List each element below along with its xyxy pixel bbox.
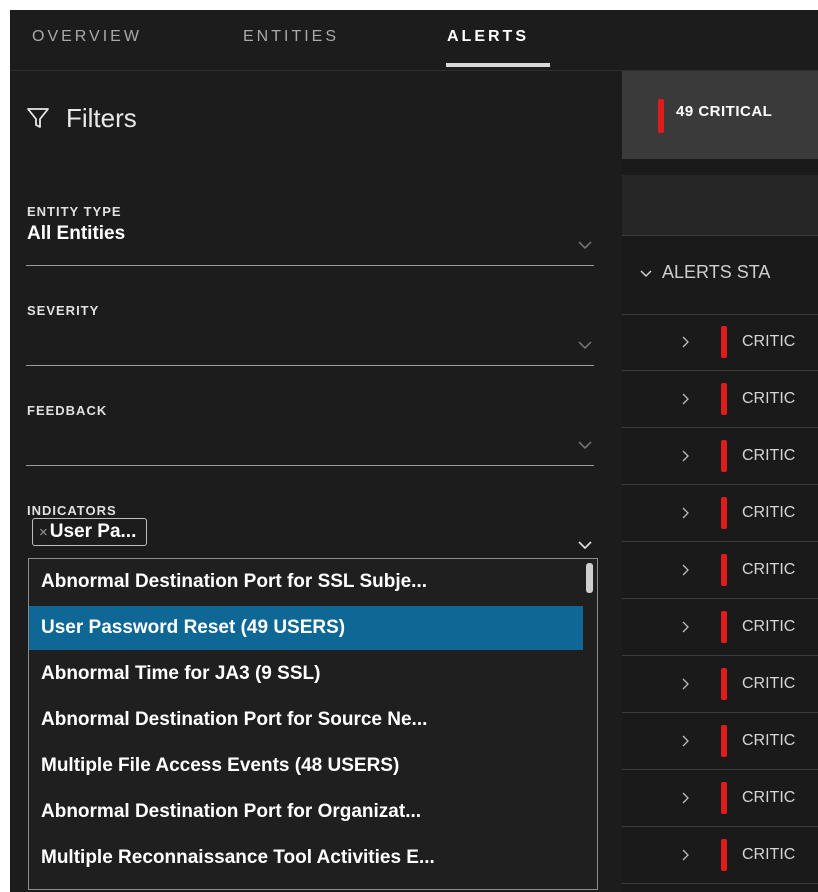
chevron-down-icon[interactable] (578, 341, 592, 349)
indicator-option[interactable]: Abnormal Destination Port for Source Ne.… (29, 698, 583, 742)
alert-row[interactable]: CRITIC (622, 599, 818, 656)
severity-bar (721, 611, 727, 643)
alerts-section-title: ALERTS STA (662, 262, 771, 282)
indicator-selected-tag[interactable]: × User Pa... (32, 518, 148, 546)
alert-severity: CRITIC (742, 675, 796, 692)
feedback-underline (26, 465, 594, 466)
chevron-right-icon[interactable] (682, 735, 689, 747)
chevron-down-icon[interactable] (578, 541, 592, 549)
severity-bar (721, 782, 727, 814)
alert-row[interactable]: CRITIC (622, 827, 818, 884)
indicator-option[interactable]: Abnormal Time for JA3 (9 SSL) (29, 652, 583, 696)
alert-severity: CRITIC (742, 846, 796, 863)
alert-row[interactable]: CRITIC (622, 428, 818, 485)
chevron-right-icon[interactable] (682, 849, 689, 861)
alert-severity: CRITIC (742, 333, 796, 350)
chevron-right-icon[interactable] (682, 336, 689, 348)
alert-severity: CRITIC (742, 789, 796, 806)
severity-bar (721, 497, 727, 529)
entity-type-underline (26, 265, 594, 266)
tab-bar: OVERVIEW ENTITIES ALERTS (10, 10, 818, 71)
indicators-label: INDICATORS (27, 503, 117, 518)
chevron-down-icon[interactable] (578, 241, 592, 249)
feedback-label: FEEDBACK (27, 403, 108, 418)
indicator-tag-label: User Pa... (49, 521, 137, 542)
alert-row[interactable]: CRITIC (622, 542, 818, 599)
dropdown-scrollbar[interactable] (586, 563, 593, 593)
panel-toolbar (622, 175, 818, 235)
alert-row[interactable]: CRITIC (622, 713, 818, 770)
filters-title: Filters (66, 103, 137, 133)
alerts-panel: 49 CRITICAL ALERTS STA CRITIC CRITIC CRI… (622, 71, 818, 892)
alert-severity: CRITIC (742, 504, 796, 521)
severity-bar (721, 440, 727, 472)
entity-type-label: ENTITY TYPE (27, 204, 122, 219)
severity-bar (721, 839, 727, 871)
tab-entities[interactable]: ENTITIES (243, 28, 339, 58)
tab-alerts[interactable]: ALERTS (447, 28, 529, 58)
chevron-right-icon[interactable] (682, 792, 689, 804)
severity-bar (721, 668, 727, 700)
chevron-down-icon (640, 270, 652, 278)
severity-label: SEVERITY (27, 303, 100, 318)
alert-row[interactable]: CRITIC (622, 770, 818, 827)
alert-row[interactable]: CRITIC (622, 485, 818, 542)
filters-panel: Filters ENTITY TYPE All Entities SEVERIT… (10, 71, 622, 892)
chevron-down-icon[interactable] (578, 441, 592, 449)
alert-row[interactable]: CRITIC (622, 371, 818, 428)
alert-severity: CRITIC (742, 561, 796, 578)
severity-bar (721, 554, 727, 586)
filter-funnel-icon (27, 108, 49, 128)
active-tab-indicator (446, 63, 550, 67)
alert-severity: CRITIC (742, 618, 796, 635)
top-strip (0, 0, 818, 10)
alerts-section-header[interactable]: ALERTS STA (622, 235, 818, 315)
severity-underline (26, 365, 594, 366)
remove-tag-icon[interactable]: × (39, 524, 48, 541)
indicator-option-selected[interactable]: User Password Reset (49 USERS) (29, 606, 583, 650)
indicator-option[interactable]: Multiple File Access Events (48 USERS) (29, 744, 583, 788)
tab-overview[interactable]: OVERVIEW (32, 28, 142, 58)
indicator-option[interactable]: Abnormal Destination Port for SSL Subje.… (29, 560, 583, 604)
critical-indicator-bar (658, 99, 664, 133)
indicators-dropdown-list[interactable]: Abnormal Destination Port for SSL Subje.… (28, 558, 598, 890)
entity-type-value[interactable]: All Entities (27, 223, 125, 245)
alert-severity: CRITIC (742, 447, 796, 464)
chevron-right-icon[interactable] (682, 621, 689, 633)
alert-row[interactable]: CRITIC (622, 656, 818, 713)
indicator-option[interactable]: Multiple Reconnaissance Tool Activities … (29, 836, 583, 880)
severity-bar (721, 383, 727, 415)
indicator-option[interactable]: Abnormal Destination Port for Organizat.… (29, 790, 583, 834)
app-window: OVERVIEW ENTITIES ALERTS Filters ENTITY … (10, 10, 818, 892)
chevron-right-icon[interactable] (682, 450, 689, 462)
chevron-right-icon[interactable] (682, 393, 689, 405)
alert-severity: CRITIC (742, 732, 796, 749)
alert-row[interactable]: CRITIC (622, 314, 818, 371)
chevron-right-icon[interactable] (682, 507, 689, 519)
critical-summary-text: 49 CRITICAL (676, 103, 773, 120)
chevron-right-icon[interactable] (682, 678, 689, 690)
severity-bar (721, 326, 727, 358)
chevron-right-icon[interactable] (682, 564, 689, 576)
severity-bar (721, 725, 727, 757)
alert-severity: CRITIC (742, 390, 796, 407)
critical-summary[interactable]: 49 CRITICAL (622, 71, 818, 159)
